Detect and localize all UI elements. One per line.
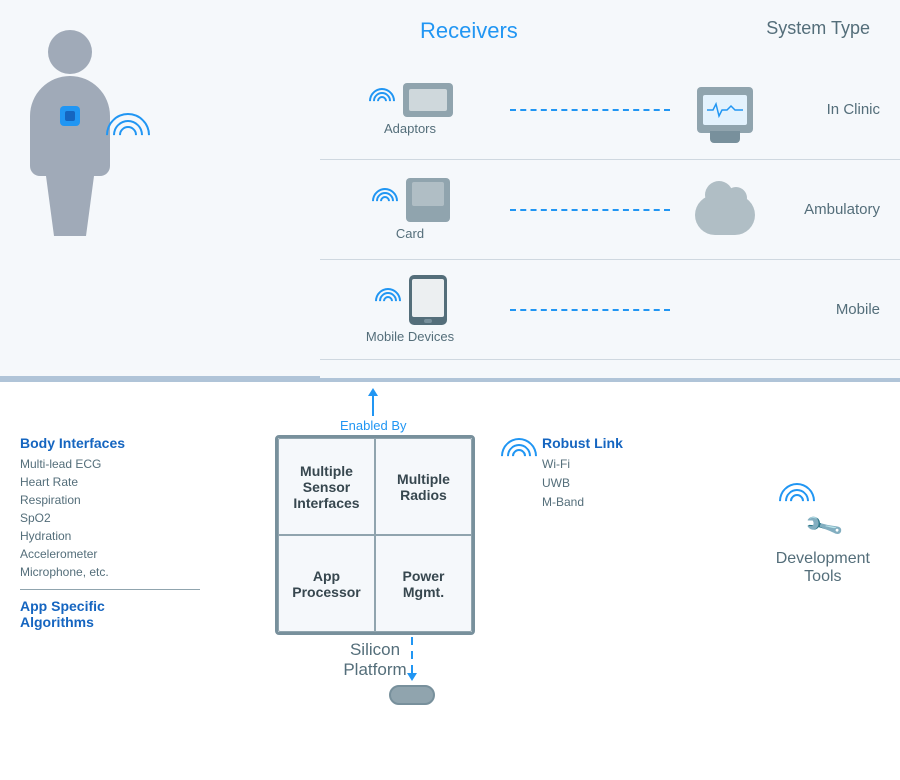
- cloud-icon: [695, 195, 755, 235]
- silicon-cell-power: PowerMgmt.: [375, 535, 472, 632]
- rl-mband: M-Band: [542, 493, 623, 512]
- dotted-line-mobile: [510, 309, 670, 311]
- person-body: [30, 76, 110, 176]
- receiver-wifi-mobile: [373, 288, 403, 313]
- dev-tools-label: DevelopmentTools: [776, 550, 870, 586]
- dotted-line-adaptors: [510, 109, 670, 111]
- bi-item-mic: Microphone, etc.: [20, 563, 260, 581]
- system-label-mobile: Mobile: [770, 301, 900, 318]
- app-specific-algorithms-title: App SpecificAlgorithms: [20, 598, 260, 630]
- silicon-platform-label: SiliconPlatform: [275, 640, 475, 680]
- bottom-section: Enabled By Body Interfaces Multi-lead EC…: [0, 380, 900, 780]
- receiver-row-mobile: Mobile Devices Mobile: [320, 260, 900, 360]
- adaptor-label: Adaptors: [384, 121, 436, 136]
- tablet-device-icon: [409, 275, 447, 325]
- card-device-icon: [406, 178, 450, 222]
- system-label-ambulatory: Ambulatory: [770, 201, 900, 218]
- receiver-wifi-adaptors: [367, 88, 397, 113]
- up-arrow-line: [372, 396, 374, 416]
- monitor-screen: [703, 95, 747, 125]
- silicon-cell-sensor: MultipleSensorInterfaces: [278, 438, 375, 535]
- top-divider-left: [0, 376, 320, 378]
- person-legs: [30, 176, 110, 236]
- receiver-icon-mobile: Mobile Devices: [320, 260, 500, 359]
- dot2: [411, 651, 413, 659]
- system-label-inclinic: In Clinic: [770, 101, 900, 118]
- adaptor-device-icon: [403, 83, 453, 117]
- main-divider: [0, 380, 900, 382]
- person-head: [48, 30, 92, 74]
- body-interfaces-divider: [20, 589, 200, 590]
- body-interfaces-panel: Body Interfaces Multi-lead ECG Heart Rat…: [20, 435, 260, 630]
- monitor-stand: [710, 131, 740, 143]
- bi-item-resp: Respiration: [20, 491, 260, 509]
- card-label: Card: [396, 226, 424, 241]
- silicon-platform-box: MultipleSensorInterfaces MultipleRadios …: [275, 435, 475, 635]
- up-arrow-head: [368, 388, 378, 396]
- bi-item-hr: Heart Rate: [20, 473, 260, 491]
- dev-tools-panel: 🔧 DevelopmentTools: [776, 480, 870, 586]
- bi-item-hydration: Hydration: [20, 527, 260, 545]
- person-figure: [30, 30, 110, 236]
- dev-tools-icon: 🔧: [776, 480, 846, 550]
- system-type-title: System Type: [766, 18, 870, 39]
- body-interfaces-title: Body Interfaces: [20, 435, 260, 451]
- receiver-row-adaptors: Adaptors In Clinic: [320, 60, 900, 160]
- silicon-cell-app: AppProcessor: [278, 535, 375, 632]
- receiver-icon-adaptors: Adaptors: [320, 60, 500, 159]
- receiver-row-card: Card Ambulatory: [320, 160, 900, 260]
- dotted-line-card: [510, 209, 670, 211]
- ecg-line: [707, 102, 743, 118]
- mobile-label: Mobile Devices: [366, 329, 454, 344]
- receivers-title: Receivers: [420, 18, 518, 44]
- robust-link-wifi-area: Robust Link Wi-Fi UWB M-Band: [498, 435, 623, 513]
- dot3: [411, 665, 413, 673]
- enabled-by-label: Enabled By: [340, 418, 407, 433]
- robust-link-wifi-icon: [498, 435, 534, 471]
- bi-item-spo2: SpO2: [20, 509, 260, 527]
- receiver-wifi-card: [370, 188, 400, 213]
- robust-link-title: Robust Link: [542, 435, 623, 451]
- person-sensor: [60, 106, 80, 126]
- coin-cell-icon: [389, 685, 435, 705]
- dotted-down-connector: [389, 637, 435, 705]
- rl-uwb: UWB: [542, 474, 623, 493]
- rl-wifi: Wi-Fi: [542, 455, 623, 474]
- silicon-cell-radios: MultipleRadios: [375, 438, 472, 535]
- receiver-icon-card: Card: [320, 160, 500, 259]
- monitor-icon: [697, 87, 753, 133]
- dot1: [411, 637, 413, 645]
- bi-item-ecg: Multi-lead ECG: [20, 455, 260, 473]
- down-dot-arrow: [407, 673, 417, 681]
- bi-item-accel: Accelerometer: [20, 545, 260, 563]
- robust-link-text: Robust Link Wi-Fi UWB M-Band: [542, 435, 623, 513]
- top-section: Receivers System Type Adaptors: [0, 0, 900, 380]
